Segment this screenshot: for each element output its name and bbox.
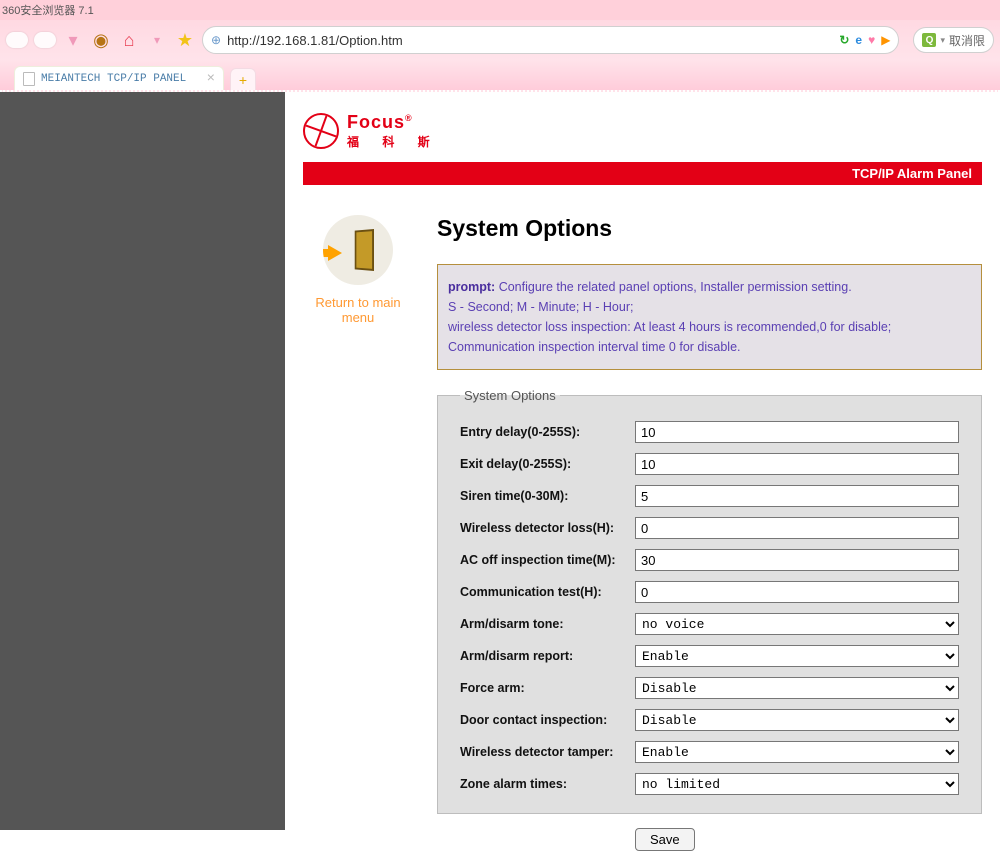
prompt-box: prompt: Configure the related panel opti… bbox=[437, 264, 982, 370]
input-entry-delay[interactable] bbox=[635, 421, 959, 443]
tab-title: MEIANTECH TCP/IP PANEL bbox=[41, 73, 186, 85]
label-exit-delay: Exit delay(0-255S): bbox=[460, 457, 635, 471]
dropdown-icon-2[interactable]: ▾ bbox=[146, 29, 168, 51]
select-force-arm[interactable]: Disable bbox=[635, 677, 959, 699]
select-wireless-tamper[interactable]: Enable bbox=[635, 741, 959, 763]
panel-title-bar: TCP/IP Alarm Panel bbox=[303, 162, 982, 185]
ie-icon[interactable]: e bbox=[855, 33, 862, 47]
browser-title: 360安全浏览器 7.1 bbox=[2, 2, 94, 18]
label-zone-alarm: Zone alarm times: bbox=[460, 777, 635, 791]
prompt-label: prompt: bbox=[448, 280, 495, 294]
prompt-line-3: wireless detector loss inspection: At le… bbox=[448, 320, 891, 334]
url-input[interactable] bbox=[227, 33, 833, 48]
input-wireless-loss[interactable] bbox=[635, 517, 959, 539]
select-door-inspection[interactable]: Disable bbox=[635, 709, 959, 731]
tab-active[interactable]: MEIANTECH TCP/IP PANEL × bbox=[14, 66, 224, 90]
logo-text-cn: 福 科 斯 bbox=[347, 133, 440, 150]
label-arm-report: Arm/disarm report: bbox=[460, 649, 635, 663]
system-options-fieldset: System Options Entry delay(0-255S): Exit… bbox=[437, 388, 982, 814]
prompt-line-1: Configure the related panel options, Ins… bbox=[499, 280, 852, 294]
logo: Focus® 福 科 斯 bbox=[303, 112, 982, 150]
search-placeholder: 取消限 bbox=[949, 32, 985, 49]
shield-icon: ⊕ bbox=[211, 33, 221, 47]
search-provider-icon: Q bbox=[922, 33, 936, 47]
input-exit-delay[interactable] bbox=[635, 453, 959, 475]
logo-text-en: Focus® bbox=[347, 112, 440, 133]
refresh-icon[interactable]: ↻ bbox=[839, 33, 849, 47]
label-wireless-loss: Wireless detector loss(H): bbox=[460, 521, 635, 535]
tab-close-icon[interactable]: × bbox=[207, 71, 215, 87]
label-arm-tone: Arm/disarm tone: bbox=[460, 617, 635, 631]
label-comm-test: Communication test(H): bbox=[460, 585, 635, 599]
browser-toolbar: ▾ ◉ ⌂ ▾ ★ ⊕ ↻ e ♥ ▶ Q ▾ 取消限 bbox=[0, 20, 1000, 60]
label-siren-time: Siren time(0-30M): bbox=[460, 489, 635, 503]
star-icon[interactable]: ★ bbox=[174, 29, 196, 51]
return-icon[interactable] bbox=[323, 215, 393, 285]
badge-icon[interactable]: ◉ bbox=[90, 29, 112, 51]
label-force-arm: Force arm: bbox=[460, 681, 635, 695]
cloud-icon-2[interactable] bbox=[34, 29, 56, 51]
tab-strip: MEIANTECH TCP/IP PANEL × + bbox=[0, 60, 1000, 92]
input-siren-time[interactable] bbox=[635, 485, 959, 507]
browser-title-bar: 360安全浏览器 7.1 bbox=[0, 0, 1000, 20]
main-content: System Options prompt: Configure the rel… bbox=[437, 215, 982, 851]
label-wireless-tamper: Wireless detector tamper: bbox=[460, 745, 635, 759]
input-ac-off[interactable] bbox=[635, 549, 959, 571]
new-tab-button[interactable]: + bbox=[230, 68, 256, 90]
left-gutter bbox=[0, 92, 285, 830]
prompt-line-4: Communication inspection interval time 0… bbox=[448, 340, 741, 354]
label-entry-delay: Entry delay(0-255S): bbox=[460, 425, 635, 439]
input-comm-test[interactable] bbox=[635, 581, 959, 603]
page-icon bbox=[23, 72, 35, 86]
heart-icon[interactable]: ♥ bbox=[868, 33, 875, 47]
select-arm-report[interactable]: Enable bbox=[635, 645, 959, 667]
page-heading: System Options bbox=[437, 215, 982, 242]
return-link[interactable]: Return to main menu bbox=[303, 295, 413, 325]
select-zone-alarm[interactable]: no limited bbox=[635, 773, 959, 795]
select-arm-tone[interactable]: no voice bbox=[635, 613, 959, 635]
home-icon[interactable]: ⌂ bbox=[118, 29, 140, 51]
go-icon[interactable]: ▶ bbox=[881, 33, 890, 47]
search-box[interactable]: Q ▾ 取消限 bbox=[913, 27, 994, 53]
content-area: Focus® 福 科 斯 TCP/IP Alarm Panel Return t… bbox=[0, 92, 1000, 830]
main-panel: Focus® 福 科 斯 TCP/IP Alarm Panel Return t… bbox=[285, 92, 1000, 830]
logo-mark-icon bbox=[303, 113, 339, 149]
label-ac-off: AC off inspection time(M): bbox=[460, 553, 635, 567]
save-button[interactable]: Save bbox=[635, 828, 695, 851]
cloud-icon[interactable] bbox=[6, 29, 28, 51]
dropdown-icon[interactable]: ▾ bbox=[62, 29, 84, 51]
label-door-inspection: Door contact inspection: bbox=[460, 713, 635, 727]
prompt-line-2: S - Second; M - Minute; H - Hour; bbox=[448, 300, 633, 314]
address-bar[interactable]: ⊕ ↻ e ♥ ▶ bbox=[202, 26, 899, 54]
fieldset-legend: System Options bbox=[460, 388, 560, 403]
side-nav: Return to main menu bbox=[303, 215, 413, 851]
